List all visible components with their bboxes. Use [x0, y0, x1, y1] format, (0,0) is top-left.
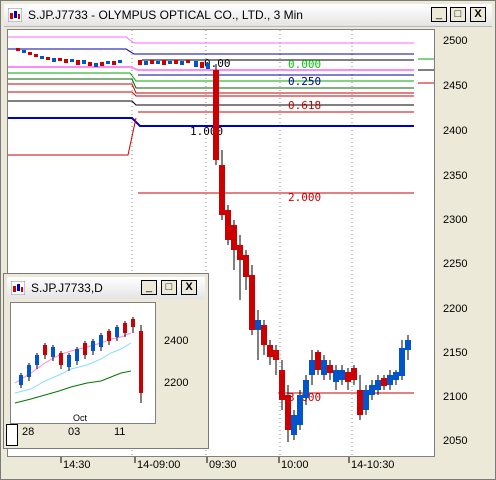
- minimize-button[interactable]: _: [431, 7, 447, 22]
- title-bar[interactable]: S.JP.J7733 - OLYMPUS OPTICAL CO., LTD., …: [4, 4, 492, 27]
- time-tick-0930: 09:30: [209, 459, 237, 471]
- daily-window-title: S.JP.J7733,D: [31, 281, 103, 295]
- time-tick-1000: 10:00: [281, 459, 309, 471]
- navy-line-top: [8, 48, 414, 55]
- price-tick-2250: 2250: [443, 258, 467, 270]
- pink-line-top: [8, 36, 414, 44]
- time-tick-0900: 14-09:00: [137, 459, 180, 471]
- price-tick-2500: 2500: [443, 35, 467, 47]
- price-tick-2300: 2300: [443, 214, 467, 226]
- daily-maximize-button[interactable]: □: [161, 280, 177, 295]
- price-tick-2200: 2200: [443, 303, 467, 315]
- red-line-low: [8, 117, 137, 156]
- price-tick-2400: 2400: [443, 125, 467, 137]
- price-axis: 2500 2450 2400 2350 2300 2250 2200 2150 …: [443, 35, 467, 447]
- daily-date-03: 03: [68, 426, 80, 438]
- fib-label-0250: 0.250: [288, 75, 321, 88]
- daily-title-bar[interactable]: S.JP.J7733,D _ □ X: [7, 277, 205, 299]
- main-window: S.JP.J7733 - OLYMPUS OPTICAL CO., LTD., …: [0, 0, 496, 480]
- time-axis: 14:30 14-09:00 09:30 10:00 14-10:30: [60, 457, 394, 471]
- time-tick-1430: 14:30: [63, 459, 91, 471]
- fib-label-0: 0.000: [288, 58, 321, 71]
- price-tick-2150: 2150: [443, 347, 467, 359]
- maximize-button[interactable]: □: [450, 7, 466, 22]
- daily-date-11: 11: [114, 426, 125, 438]
- daily-chart-window[interactable]: S.JP.J7733,D _ □ X Oct 2400 2200 28 03 1…: [3, 273, 209, 449]
- black-line: [8, 100, 414, 106]
- daily-price-2400: 2400: [164, 335, 188, 347]
- daily-minimize-button[interactable]: _: [141, 280, 157, 295]
- close-button[interactable]: X: [470, 7, 486, 22]
- time-tick-1030: 14-10:30: [351, 459, 394, 471]
- daily-date-axis: 28 03 11: [22, 426, 125, 438]
- price-tick-2450: 2450: [443, 80, 467, 92]
- fib-label-0618: 0.618: [288, 99, 321, 112]
- price-tick-2350: 2350: [443, 170, 467, 182]
- fib-label-2000: 2.000: [288, 191, 321, 204]
- chart-app-icon: [11, 281, 25, 295]
- green-line: [8, 72, 414, 82]
- daily-close-button[interactable]: X: [181, 280, 197, 295]
- daily-date-28: 28: [22, 426, 34, 438]
- daily-month-label: Oct: [73, 413, 88, 423]
- early-candles: [16, 48, 210, 69]
- price-tick-2050: 2050: [443, 435, 467, 447]
- window-title: S.JP.J7733 - OLYMPUS OPTICAL CO., LTD., …: [28, 8, 303, 22]
- price-tick-2100: 2100: [443, 391, 467, 403]
- daily-price-2200: 2200: [164, 377, 188, 389]
- daily-chart-svg: Oct: [14, 317, 143, 423]
- daily-price-axis: 2400 2200: [164, 335, 188, 389]
- resize-corner[interactable]: [6, 424, 18, 446]
- selloff-candles: [213, 64, 411, 442]
- daily-chart-plot[interactable]: Oct: [10, 302, 156, 424]
- chart-app-icon: [8, 8, 22, 22]
